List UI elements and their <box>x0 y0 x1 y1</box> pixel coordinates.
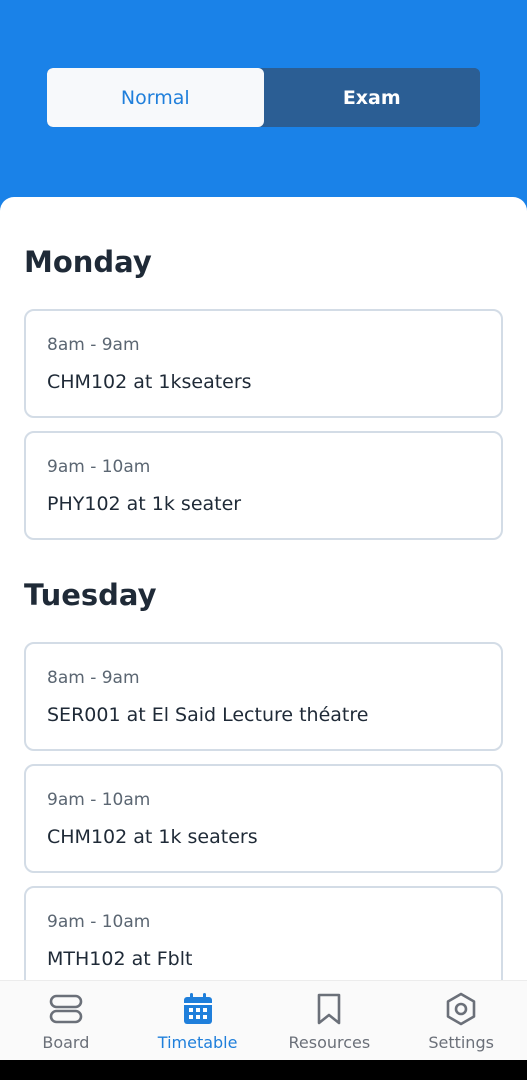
bottom-navigation: Board Timetable Resources Settings <box>0 980 527 1060</box>
nav-timetable[interactable]: Timetable <box>132 981 264 1060</box>
class-time: 8am - 9am <box>47 335 140 355</box>
class-title: CHM102 at 1k seaters <box>47 826 258 848</box>
tab-normal[interactable]: Normal <box>47 68 264 127</box>
class-card[interactable]: 8am - 9am SER001 at El Said Lecture théa… <box>24 642 503 751</box>
class-card[interactable]: 9am - 10am MTH102 at Fblt <box>24 886 503 980</box>
nav-board-label: Board <box>42 1033 90 1052</box>
class-title: CHM102 at 1kseaters <box>47 371 252 393</box>
day-heading-tuesday: Tuesday <box>24 578 157 612</box>
board-icon <box>48 991 84 1027</box>
tab-exam[interactable]: Exam <box>263 68 480 127</box>
settings-hex-icon <box>443 991 479 1027</box>
nav-settings[interactable]: Settings <box>395 981 527 1060</box>
class-title: PHY102 at 1k seater <box>47 493 242 515</box>
nav-resources[interactable]: Resources <box>264 981 396 1060</box>
day-heading-monday: Monday <box>24 245 152 279</box>
nav-timetable-label: Timetable <box>157 1033 238 1052</box>
system-navigation-bar <box>0 1060 527 1080</box>
calendar-icon <box>180 991 216 1027</box>
class-time: 9am - 10am <box>47 912 151 932</box>
class-card[interactable]: 9am - 10am PHY102 at 1k seater <box>24 431 503 540</box>
class-time: 8am - 9am <box>47 668 140 688</box>
nav-settings-label: Settings <box>428 1033 494 1052</box>
class-time: 9am - 10am <box>47 457 151 477</box>
nav-resources-label: Resources <box>288 1033 371 1052</box>
class-card[interactable]: 9am - 10am CHM102 at 1k seaters <box>24 764 503 873</box>
timetable-mode-toggle: Normal Exam <box>47 68 480 127</box>
timetable-list[interactable]: Monday 8am - 9am CHM102 at 1kseaters 9am… <box>0 197 527 980</box>
class-card[interactable]: 8am - 9am CHM102 at 1kseaters <box>24 309 503 418</box>
header: Normal Exam <box>0 0 527 205</box>
class-title: MTH102 at Fblt <box>47 948 193 970</box>
nav-board[interactable]: Board <box>0 981 132 1060</box>
class-time: 9am - 10am <box>47 790 151 810</box>
bookmark-icon <box>311 991 347 1027</box>
class-title: SER001 at El Said Lecture théatre <box>47 704 369 726</box>
